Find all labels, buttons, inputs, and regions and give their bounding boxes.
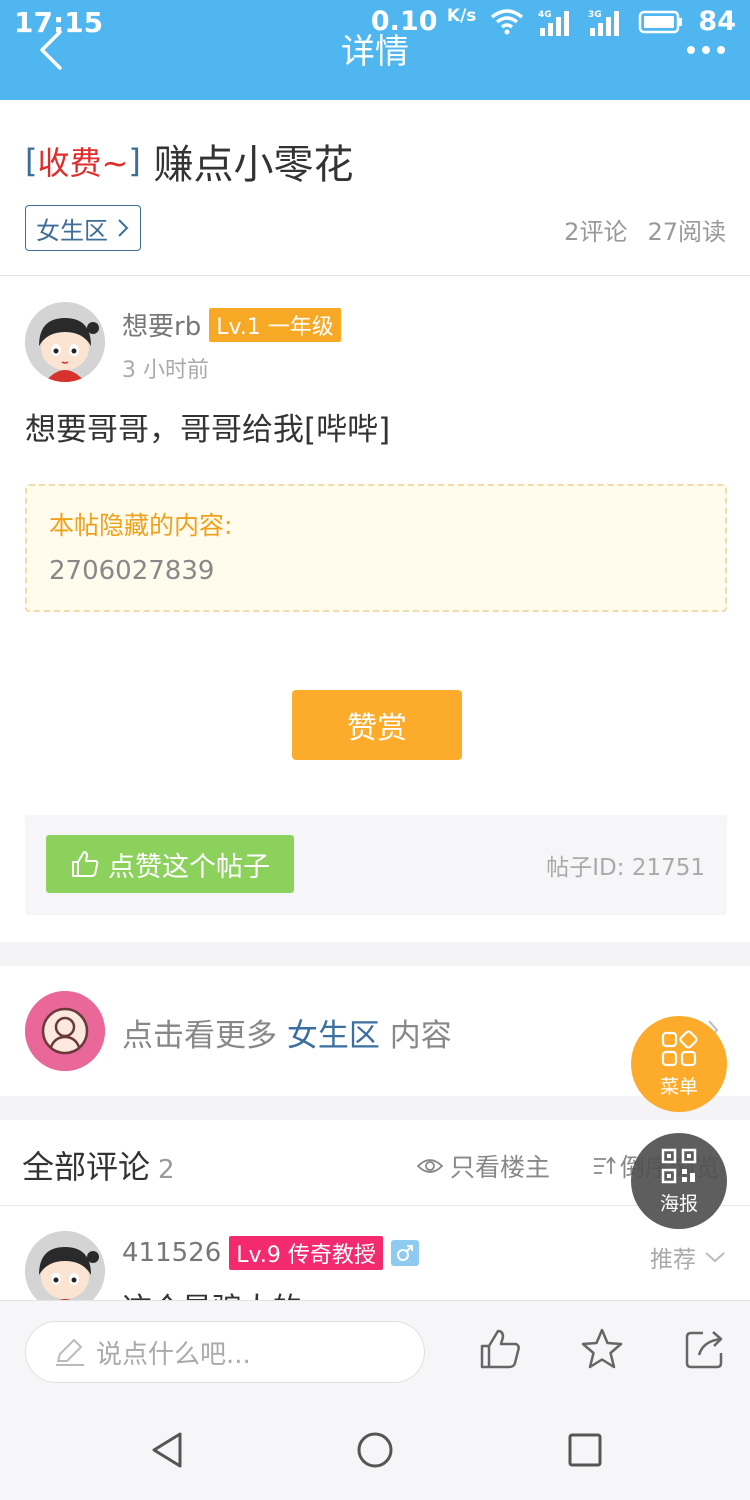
reward-button[interactable]: 赞赏	[292, 690, 462, 760]
post-tag: 收费~	[37, 144, 129, 182]
like-panel: 点赞这个帖子 帖子ID: 21751	[25, 815, 727, 915]
chevron-down-icon	[705, 1252, 725, 1263]
post-content: 想要哥哥，哥哥给我[哔哔]	[25, 412, 391, 448]
top-bar: 17:15 0.10 K/s 4G 3G 84 详情	[0, 0, 750, 100]
nav-recent-apps-icon[interactable]	[565, 1430, 605, 1470]
cartoon-avatar-icon	[25, 302, 105, 382]
more-icon[interactable]	[686, 44, 726, 56]
hidden-content-value: 2706027839	[49, 556, 215, 586]
comments-total: 2	[158, 1155, 175, 1185]
post-header: [收费~] 赚点小零花 女生区 2评论 27阅读	[0, 100, 750, 276]
star-icon[interactable]	[580, 1327, 624, 1371]
level-badge: Lv.9 传奇教授	[229, 1236, 383, 1270]
level-badge: Lv.1 一年级	[209, 307, 341, 342]
grid-menu-icon	[661, 1029, 698, 1066]
qr-code-icon	[661, 1148, 697, 1183]
menu-floating-button[interactable]: 菜单	[631, 1016, 727, 1112]
recommend-label: 推荐	[650, 1247, 696, 1273]
post-title-text: 赚点小零花	[153, 142, 354, 188]
hidden-content-box: 本帖隐藏的内容: 2706027839	[25, 484, 727, 612]
post-title: [收费~] 赚点小零花	[25, 132, 354, 190]
comment-input[interactable]: 说点什么吧...	[25, 1321, 425, 1383]
chevron-right-icon	[118, 219, 129, 237]
post-time: 3 小时前	[122, 358, 209, 383]
svg-text:3G: 3G	[588, 10, 602, 20]
hidden-content-label: 本帖隐藏的内容:	[49, 511, 233, 540]
nav-home-icon[interactable]	[355, 1430, 395, 1470]
share-icon[interactable]	[683, 1327, 727, 1371]
only-op-toggle[interactable]: 只看楼主	[416, 1148, 550, 1184]
more-from-section-text: 点击看更多 女生区 内容	[122, 1018, 452, 1054]
female-profile-icon	[25, 991, 105, 1071]
menu-label: 菜单	[659, 1075, 698, 1098]
author-info: 想要rb Lv.1 一年级	[122, 306, 341, 343]
male-gender-icon	[390, 1240, 419, 1266]
commenter-avatar[interactable]	[25, 1231, 105, 1300]
commenter-info: 411526 Lv.9 传奇教授	[122, 1236, 419, 1270]
author-name[interactable]: 想要rb	[122, 306, 201, 343]
pencil-icon	[56, 1339, 84, 1366]
eye-icon	[416, 1159, 444, 1173]
post-body: 想要rb Lv.1 一年级 3 小时前 想要哥哥，哥哥给我[哔哔] 本帖隐藏的内…	[0, 276, 750, 942]
tag-bracket-open: [	[25, 142, 38, 180]
post-id: 帖子ID: 21751	[546, 855, 705, 881]
poster-floating-button[interactable]: 海报	[631, 1133, 727, 1229]
tag-bracket-close: ]	[128, 142, 141, 180]
comments-title: 全部评论 2	[22, 1148, 175, 1186]
section-label: 女生区	[36, 216, 108, 245]
commenter-name[interactable]: 411526	[122, 1238, 221, 1268]
poster-label: 海报	[659, 1192, 698, 1215]
sort-icon	[594, 1156, 616, 1174]
comment-placeholder: 说点什么吧...	[96, 1339, 251, 1370]
thumbs-up-icon[interactable]	[478, 1327, 522, 1371]
views-count: 27阅读	[647, 218, 726, 246]
section-highlight: 女生区	[286, 1018, 380, 1054]
comment-item: 411526 Lv.9 传奇教授 推荐 这个是骗人的	[0, 1206, 750, 1300]
comments-count: 2评论	[564, 218, 628, 246]
section-avatar	[25, 991, 105, 1071]
like-label: 点赞这个帖子	[108, 851, 270, 883]
bottom-action-bar: 说点什么吧...	[0, 1300, 750, 1400]
page-title: 详情	[341, 32, 409, 72]
recommend-dropdown[interactable]: 推荐	[650, 1240, 726, 1274]
nav-back-icon[interactable]	[148, 1430, 188, 1470]
cartoon-avatar-icon	[25, 1231, 105, 1300]
like-post-button[interactable]: 点赞这个帖子	[46, 835, 294, 893]
thumbs-up-icon	[72, 851, 99, 877]
post-stats: 2评论 27阅读	[564, 212, 726, 247]
comment-text: 这个是骗人的	[122, 1284, 302, 1300]
post-detail-screen: 17:15 0.10 K/s 4G 3G 84 详情 [收费~] 赚点小零花 女…	[0, 0, 750, 1500]
only-op-label: 只看楼主	[450, 1153, 551, 1182]
author-avatar[interactable]	[25, 302, 105, 382]
svg-text:4G: 4G	[538, 10, 552, 20]
section-link-button[interactable]: 女生区	[25, 205, 141, 251]
system-navigation-bar	[0, 1400, 750, 1500]
